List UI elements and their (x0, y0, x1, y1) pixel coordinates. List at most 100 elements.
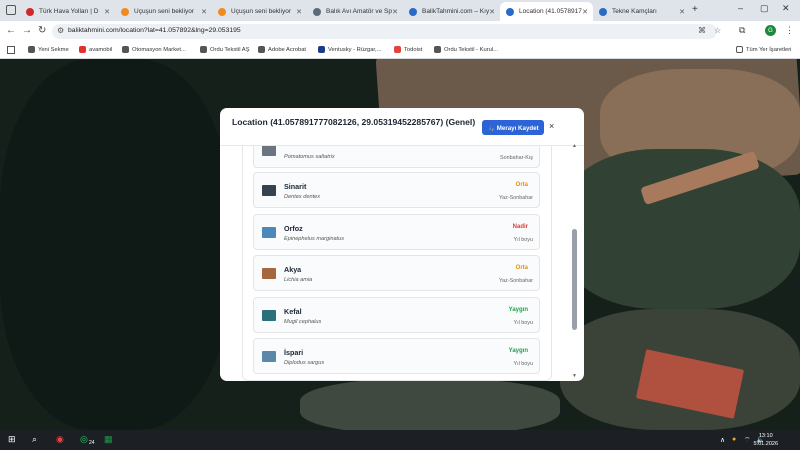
fish-name: İspari (284, 348, 304, 357)
browser-tab[interactable]: Tekne Kamçları ✕ (593, 2, 690, 21)
tab-label: Uçuşun seni bekliyor (231, 8, 291, 15)
tab-close-icon[interactable]: ✕ (392, 8, 398, 16)
close-icon[interactable]: × (549, 121, 554, 131)
browser-tab[interactable]: Türk Hava Yolları | D ✕ (20, 2, 115, 21)
bookmark-label: Yeni Sekme (38, 46, 69, 53)
address-bar[interactable]: ⚙ baliktahmini.com/location?lat=41.05789… (52, 24, 721, 39)
fish-list[interactable]: Pomatomus saltatrix Sonbahar-Kış Sinarit… (242, 146, 552, 381)
bookmark-item[interactable]: Yeni Sekme (28, 46, 69, 53)
taskbar-clock[interactable]: 13:10 5.01.2026 (754, 432, 778, 448)
forward-icon[interactable]: → (22, 25, 32, 36)
maximize-icon[interactable]: ▢ (760, 3, 769, 14)
fish-name: Akya (284, 265, 302, 274)
bookmark-item[interactable]: Todoist (394, 46, 422, 53)
fish-season: Yıl boyu (513, 236, 533, 243)
fish-abundance-badge: Nadir (512, 223, 528, 230)
tab-label: BalikTahmini.com – Kıy (422, 8, 490, 15)
whatsapp-icon[interactable]: ◎ (80, 434, 88, 445)
tab-search-icon[interactable] (6, 5, 16, 15)
fish-card[interactable]: Sinarit Dentex dentex Orta Yaz-Sonbahar (253, 172, 540, 208)
tab-favicon (313, 7, 321, 16)
tab-favicon (26, 7, 34, 16)
bookmark-icon (318, 46, 325, 53)
network-icon[interactable]: ⌔ (744, 436, 751, 445)
new-tab-button[interactable]: + (692, 4, 698, 15)
bookmark-item[interactable]: Otomasyon Market... (122, 46, 186, 53)
bookmark-icon (434, 46, 441, 53)
bookmark-item[interactable]: avamobil (79, 46, 112, 53)
tab-favicon (409, 7, 417, 16)
tab-label: Balık Avı Amatör ve Sp (326, 8, 392, 15)
bookmark-icon (28, 46, 35, 53)
fish-card[interactable]: Akya Lichia amia Orta Yaz-Sonbahar (253, 255, 540, 291)
translate-icon[interactable]: ⌘ (698, 26, 706, 35)
fish-name: Kefal (284, 306, 302, 316)
bookmark-item[interactable]: Ordu Tekstil AŞ (200, 46, 250, 53)
tab-close-icon[interactable]: ✕ (201, 8, 207, 16)
browser-tab[interactable]: Location (41.0578917 ✕ (500, 2, 593, 21)
clock-date: 5.01.2026 (753, 441, 778, 447)
scroll-down-icon[interactable]: ▼ (572, 373, 577, 379)
menu-icon[interactable]: ⋮ (785, 25, 794, 36)
excel-icon[interactable]: ▦ (104, 434, 113, 445)
map-water (0, 59, 230, 430)
extensions-icon[interactable]: ⧉ (739, 25, 745, 36)
address-row: ← → ↻ ⚙ baliktahmini.com/location?lat=41… (0, 21, 800, 42)
tab-favicon (121, 7, 129, 16)
tray-app-icon[interactable]: ● (732, 436, 736, 443)
fish-card[interactable]: İspari Diplodus sargus Yaygın Yıl boyu (253, 338, 540, 374)
tray-chevron-icon[interactable]: ∧ (720, 436, 725, 444)
tab-close-icon[interactable]: ✕ (104, 8, 110, 16)
fish-season: Yaz-Sonbahar (498, 278, 533, 284)
tab-favicon (599, 7, 607, 16)
fish-abundance-badge: Orta (515, 265, 528, 271)
fish-thumbnail (262, 226, 276, 238)
back-icon[interactable]: ← (6, 25, 16, 36)
minimize-icon[interactable]: – (738, 3, 743, 13)
bookmark-item[interactable]: Ordu Tekstil - Kurul... (434, 46, 498, 53)
all-bookmarks-label: Tüm Yer İşaretleri (746, 46, 792, 53)
profile-avatar[interactable]: G (765, 25, 776, 36)
tab-label: Location (41.0578917 (519, 8, 582, 15)
tab-close-icon[interactable]: ✕ (296, 8, 302, 16)
chrome-icon[interactable]: ◉ (56, 434, 64, 445)
fish-thumbnail (262, 185, 276, 196)
fish-season: Yıl boyu (513, 361, 533, 367)
bookmark-icon (258, 46, 265, 53)
fish-card[interactable]: Pomatomus saltatrix Sonbahar-Kış (253, 146, 540, 168)
modal-scrollbar[interactable] (572, 229, 577, 330)
browser-tab[interactable]: Uçuşun seni bekliyor ✕ (212, 2, 307, 21)
bookmark-star-icon[interactable]: ☆ (714, 26, 721, 35)
save-spot-button[interactable]: 🎣 Merayı Kaydet (482, 120, 544, 135)
bookmark-item[interactable]: Ventusky - Rüzgar,... (318, 46, 382, 53)
scroll-up-icon[interactable]: ▲ (572, 143, 577, 149)
bookmark-icon (394, 46, 401, 53)
bookmark-label: Ordu Tekstil - Kurul... (444, 46, 499, 53)
tab-label: Uçuşun seni bekliyor (134, 8, 194, 15)
reload-icon[interactable]: ↻ (38, 25, 46, 36)
all-bookmarks-link[interactable]: Tüm Yer İşaretleri (736, 46, 791, 53)
bookmark-item[interactable]: Adobe Acrobat (258, 46, 306, 53)
browser-tab[interactable]: Uçuşun seni bekliyor ✕ (115, 2, 212, 21)
taskbar: ⊞ ⌕ ◉ ◎ 24 ▦ ∧ ● ⌔ 🔈 13:10 5.01.2026 (0, 430, 800, 450)
start-icon[interactable]: ⊞ (8, 434, 16, 445)
tab-close-icon[interactable]: ✕ (489, 8, 495, 16)
bookmark-label: Otomasyon Market... (132, 46, 186, 53)
tab-close-icon[interactable]: ✕ (679, 8, 685, 16)
close-window-icon[interactable]: ✕ (782, 3, 790, 14)
site-info-icon[interactable]: ⚙ (57, 26, 64, 35)
bookmark-label: Adobe Acrobat (268, 46, 307, 53)
fish-latin-name: Epinephelus marginatus (284, 235, 345, 242)
fish-card[interactable]: Kefal Mugil cephalus Yaygın Yıl boyu (253, 296, 540, 333)
search-icon[interactable]: ⌕ (32, 434, 37, 445)
url-text[interactable]: baliktahmini.com/location?lat=41.057892&… (68, 27, 241, 34)
browser-tab[interactable]: Balık Avı Amatör ve Sp ✕ (307, 2, 403, 21)
tab-label: Türk Hava Yolları | D (39, 8, 99, 15)
tab-bar: Türk Hava Yolları | D ✕ Uçuşun seni bekliy… (0, 0, 800, 21)
clock-time: 13:10 (758, 433, 773, 439)
browser-tab[interactable]: BalikTahmini.com – Kıy ✕ (403, 2, 500, 21)
tab-close-icon[interactable]: ✕ (582, 8, 588, 16)
fish-thumbnail (262, 268, 276, 279)
apps-grid-icon[interactable] (7, 46, 15, 54)
fish-card[interactable]: Orfoz Epinephelus marginatus Nadir Yıl boyu (253, 213, 540, 250)
